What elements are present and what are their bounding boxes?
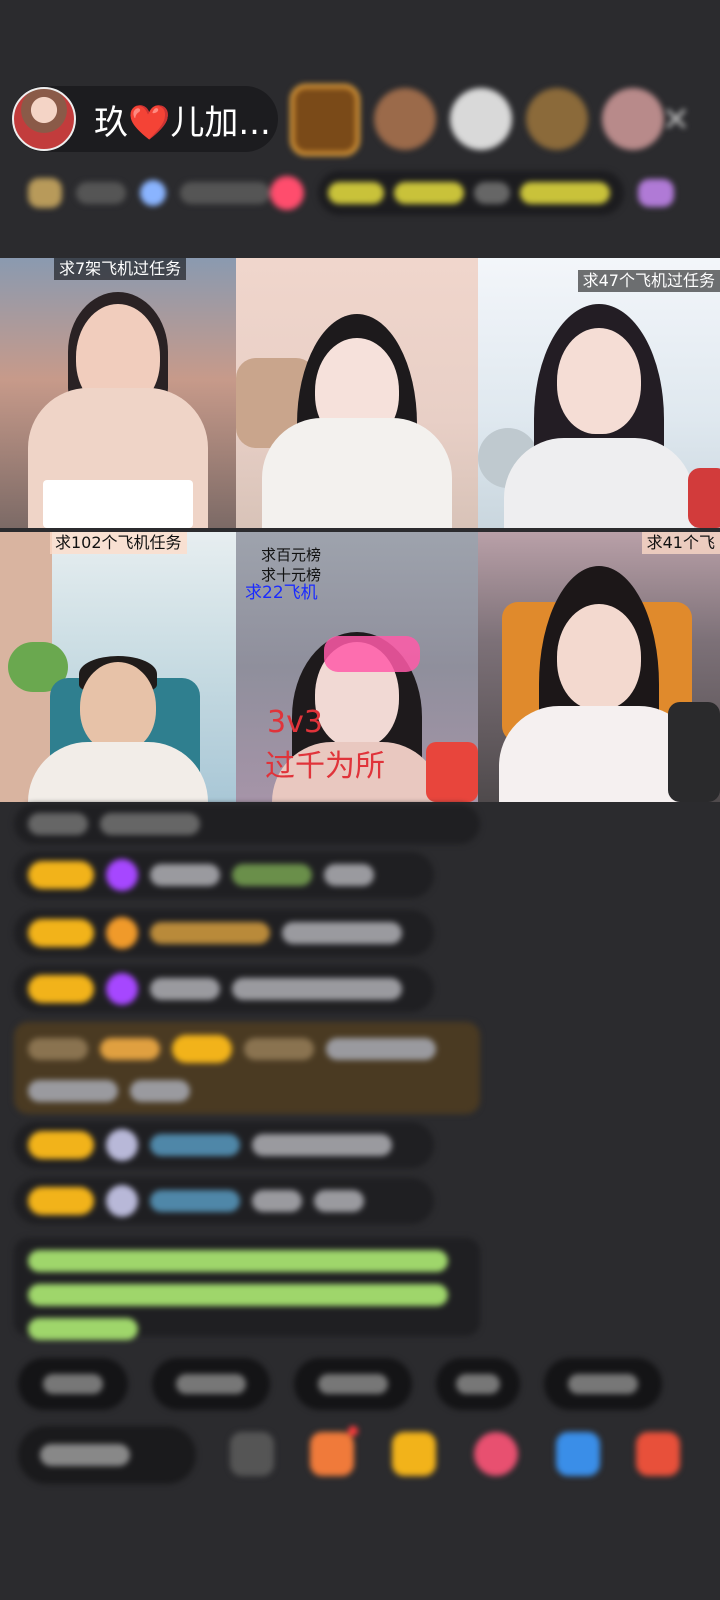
- chat-message-highlight[interactable]: [14, 1022, 480, 1114]
- video-tile-5[interactable]: 求百元榜 求十元榜 求22飞机 3v3 过千为所: [236, 532, 478, 802]
- welcome-notice: [14, 1238, 480, 1340]
- task-tag: 3v3: [267, 705, 323, 740]
- viewer-avatar[interactable]: [450, 88, 512, 150]
- medal-icon: [106, 917, 138, 949]
- chat-message[interactable]: [14, 804, 480, 844]
- ticker-text: [76, 182, 126, 204]
- more-icon[interactable]: [230, 1432, 274, 1476]
- gem-icon: [106, 859, 138, 891]
- task-tag: 求41个飞: [641, 532, 720, 554]
- info-ticker[interactable]: [16, 168, 686, 218]
- quick-chip[interactable]: [18, 1358, 128, 1410]
- task-tag: 求102个飞机任务: [50, 532, 187, 554]
- task-tag: 求47个飞机过任务: [577, 270, 720, 292]
- quick-reply-row[interactable]: [18, 1358, 662, 1410]
- video-grid: 求7架飞机过任务 求47个飞机过任务 求102个飞机任务 求百元榜 求十元榜 求…: [0, 258, 720, 802]
- chat-message[interactable]: [14, 966, 434, 1012]
- notification-dot: [348, 1426, 358, 1436]
- bottom-toolbar: [18, 1420, 718, 1490]
- viewer-avatar[interactable]: [602, 88, 664, 150]
- quick-chip[interactable]: [544, 1358, 662, 1410]
- quick-chip[interactable]: [152, 1358, 270, 1410]
- video-tile-6[interactable]: 求41个飞: [478, 532, 720, 802]
- viewer-avatar[interactable]: [526, 88, 588, 150]
- task-tag: 过千为所: [265, 749, 385, 784]
- gift-icon[interactable]: [636, 1432, 680, 1476]
- host-info-pill[interactable]: 玖❤️儿加...: [12, 86, 278, 152]
- gift-box-icon[interactable]: [392, 1432, 436, 1476]
- star-icon: [140, 180, 166, 206]
- close-icon[interactable]: ✕: [660, 103, 692, 137]
- rank-icon: [28, 178, 62, 208]
- viewer-avatar[interactable]: [290, 84, 360, 156]
- level-badge: [28, 1131, 94, 1159]
- task-tag: 求百元榜: [261, 546, 322, 564]
- viewer-avatar-list[interactable]: [290, 84, 664, 156]
- task-tag: 求7架飞机过任务: [54, 258, 187, 280]
- chat-message[interactable]: [14, 1178, 434, 1224]
- avatar: [106, 1129, 138, 1161]
- level-badge: [28, 861, 94, 889]
- quick-chip[interactable]: [294, 1358, 412, 1410]
- quick-chip[interactable]: [436, 1358, 520, 1410]
- ticker-text: [180, 182, 270, 204]
- task-tag: 求22飞机: [245, 583, 318, 603]
- chat-message[interactable]: [14, 910, 434, 956]
- chat-message[interactable]: [14, 1122, 434, 1168]
- video-tile-4[interactable]: 求102个飞机任务: [0, 532, 236, 802]
- video-tile-2[interactable]: [236, 258, 478, 528]
- like-icon[interactable]: [474, 1432, 518, 1476]
- level-badge: [28, 975, 94, 1003]
- host-avatar[interactable]: [12, 87, 76, 151]
- game-icon[interactable]: [556, 1432, 600, 1476]
- gift-icon[interactable]: [638, 179, 674, 207]
- host-name: 玖❤️儿加...: [94, 102, 271, 143]
- gem-icon: [106, 973, 138, 1005]
- avatar: [106, 1185, 138, 1217]
- level-badge: [28, 919, 94, 947]
- level-badge: [28, 1187, 94, 1215]
- chat-message[interactable]: [14, 852, 434, 898]
- shop-icon[interactable]: [310, 1432, 354, 1476]
- follow-icon[interactable]: [270, 176, 304, 210]
- video-tile-1[interactable]: 求7架飞机过任务: [0, 258, 236, 528]
- task-marquee[interactable]: [318, 171, 624, 215]
- viewer-avatar[interactable]: [374, 88, 436, 150]
- video-tile-3[interactable]: 求47个飞机过任务: [478, 258, 720, 528]
- comment-input[interactable]: [18, 1426, 196, 1484]
